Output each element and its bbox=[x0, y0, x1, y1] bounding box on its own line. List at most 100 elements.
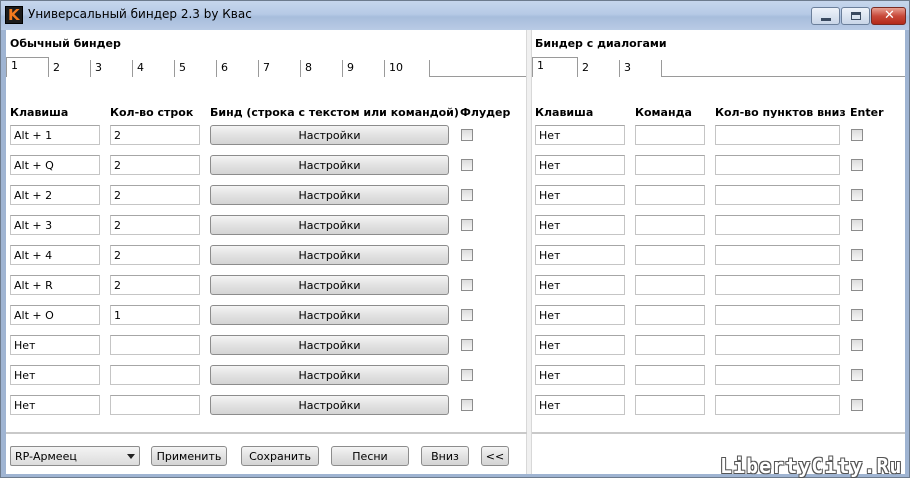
bind-settings-button[interactable]: Настройки bbox=[210, 335, 449, 355]
items-down-field[interactable] bbox=[715, 125, 840, 145]
key-field[interactable]: Alt + O bbox=[10, 305, 100, 325]
dialog-key-field[interactable]: Нет bbox=[535, 275, 625, 295]
command-field[interactable] bbox=[635, 395, 705, 415]
enter-checkbox[interactable] bbox=[851, 399, 863, 411]
items-down-field[interactable] bbox=[715, 155, 840, 175]
panel-splitter[interactable] bbox=[526, 30, 532, 474]
lines-field[interactable]: 2 bbox=[110, 185, 200, 205]
flood-checkbox[interactable] bbox=[461, 339, 473, 351]
lines-field[interactable]: 2 bbox=[110, 215, 200, 235]
command-field[interactable] bbox=[635, 125, 705, 145]
key-field[interactable]: Alt + 1 bbox=[10, 125, 100, 145]
key-field[interactable]: Нет bbox=[10, 395, 100, 415]
items-down-field[interactable] bbox=[715, 335, 840, 355]
bind-settings-button[interactable]: Настройки bbox=[210, 185, 449, 205]
key-field[interactable]: Alt + 4 bbox=[10, 245, 100, 265]
lines-field[interactable] bbox=[110, 365, 200, 385]
left-tab-2[interactable]: 2 bbox=[49, 60, 91, 77]
dialog-key-field[interactable]: Нет bbox=[535, 155, 625, 175]
dialog-key-field[interactable]: Нет bbox=[535, 335, 625, 355]
right-tab-2[interactable]: 2 bbox=[578, 60, 620, 77]
flood-checkbox[interactable] bbox=[461, 399, 473, 411]
key-field[interactable]: Alt + R bbox=[10, 275, 100, 295]
enter-checkbox[interactable] bbox=[851, 129, 863, 141]
command-field[interactable] bbox=[635, 275, 705, 295]
items-down-field[interactable] bbox=[715, 365, 840, 385]
flood-checkbox[interactable] bbox=[461, 249, 473, 261]
left-tab-5[interactable]: 5 bbox=[175, 60, 217, 77]
lines-field[interactable] bbox=[110, 395, 200, 415]
dialog-key-field[interactable]: Нет bbox=[535, 365, 625, 385]
bind-settings-button[interactable]: Настройки bbox=[210, 215, 449, 235]
items-down-field[interactable] bbox=[715, 185, 840, 205]
key-field[interactable]: Нет bbox=[10, 365, 100, 385]
flood-checkbox[interactable] bbox=[461, 369, 473, 381]
flood-checkbox[interactable] bbox=[461, 279, 473, 291]
items-down-field[interactable] bbox=[715, 215, 840, 235]
left-tab-10[interactable]: 10 bbox=[385, 60, 430, 77]
minimize-button[interactable] bbox=[811, 7, 840, 25]
key-field[interactable]: Alt + Q bbox=[10, 155, 100, 175]
close-button[interactable]: ✕ bbox=[871, 7, 906, 25]
left-tab-1[interactable]: 1 bbox=[6, 57, 49, 77]
left-tab-3[interactable]: 3 bbox=[91, 60, 133, 77]
command-field[interactable] bbox=[635, 365, 705, 385]
key-field[interactable]: Alt + 2 bbox=[10, 185, 100, 205]
key-field[interactable]: Нет bbox=[10, 335, 100, 355]
lines-field[interactable]: 2 bbox=[110, 125, 200, 145]
items-down-field[interactable] bbox=[715, 245, 840, 265]
down-button[interactable]: Вниз bbox=[421, 446, 469, 466]
bind-settings-button[interactable]: Настройки bbox=[210, 395, 449, 415]
bind-settings-button[interactable]: Настройки bbox=[210, 155, 449, 175]
save-button[interactable]: Сохранить bbox=[241, 446, 319, 466]
lines-field[interactable]: 2 bbox=[110, 245, 200, 265]
right-tab-3[interactable]: 3 bbox=[620, 60, 662, 77]
songs-button[interactable]: Песни bbox=[331, 446, 409, 466]
bind-settings-button[interactable]: Настройки bbox=[210, 125, 449, 145]
left-tab-6[interactable]: 6 bbox=[217, 60, 259, 77]
enter-checkbox[interactable] bbox=[851, 159, 863, 171]
apply-button[interactable]: Применить bbox=[151, 446, 227, 466]
bind-settings-button[interactable]: Настройки bbox=[210, 275, 449, 295]
command-field[interactable] bbox=[635, 185, 705, 205]
bind-settings-button[interactable]: Настройки bbox=[210, 245, 449, 265]
bind-settings-button[interactable]: Настройки bbox=[210, 365, 449, 385]
flood-checkbox[interactable] bbox=[461, 129, 473, 141]
bind-settings-button[interactable]: Настройки bbox=[210, 305, 449, 325]
lines-field[interactable]: 2 bbox=[110, 155, 200, 175]
left-tab-7[interactable]: 7 bbox=[259, 60, 301, 77]
enter-checkbox[interactable] bbox=[851, 249, 863, 261]
lines-field[interactable]: 2 bbox=[110, 275, 200, 295]
flood-checkbox[interactable] bbox=[461, 219, 473, 231]
command-field[interactable] bbox=[635, 335, 705, 355]
items-down-field[interactable] bbox=[715, 275, 840, 295]
key-field[interactable]: Alt + 3 bbox=[10, 215, 100, 235]
lines-field[interactable] bbox=[110, 335, 200, 355]
enter-checkbox[interactable] bbox=[851, 369, 863, 381]
left-tab-8[interactable]: 8 bbox=[301, 60, 343, 77]
profile-select[interactable]: RP-Армеец bbox=[10, 446, 140, 466]
right-tab-1[interactable]: 1 bbox=[532, 57, 578, 77]
enter-checkbox[interactable] bbox=[851, 219, 863, 231]
dialog-key-field[interactable]: Нет bbox=[535, 395, 625, 415]
command-field[interactable] bbox=[635, 155, 705, 175]
command-field[interactable] bbox=[635, 245, 705, 265]
enter-checkbox[interactable] bbox=[851, 339, 863, 351]
flood-checkbox[interactable] bbox=[461, 159, 473, 171]
left-tab-9[interactable]: 9 bbox=[343, 60, 385, 77]
enter-checkbox[interactable] bbox=[851, 279, 863, 291]
items-down-field[interactable] bbox=[715, 305, 840, 325]
enter-checkbox[interactable] bbox=[851, 189, 863, 201]
dialog-key-field[interactable]: Нет bbox=[535, 305, 625, 325]
flood-checkbox[interactable] bbox=[461, 309, 473, 321]
left-tab-4[interactable]: 4 bbox=[133, 60, 175, 77]
maximize-button[interactable] bbox=[841, 7, 870, 25]
command-field[interactable] bbox=[635, 215, 705, 235]
title-bar[interactable]: K Универсальный биндер 2.3 by Квас ✕ bbox=[1, 1, 909, 30]
collapse-button[interactable]: << bbox=[481, 446, 509, 466]
dialog-key-field[interactable]: Нет bbox=[535, 125, 625, 145]
dialog-key-field[interactable]: Нет bbox=[535, 185, 625, 205]
dialog-key-field[interactable]: Нет bbox=[535, 245, 625, 265]
dialog-key-field[interactable]: Нет bbox=[535, 215, 625, 235]
enter-checkbox[interactable] bbox=[851, 309, 863, 321]
